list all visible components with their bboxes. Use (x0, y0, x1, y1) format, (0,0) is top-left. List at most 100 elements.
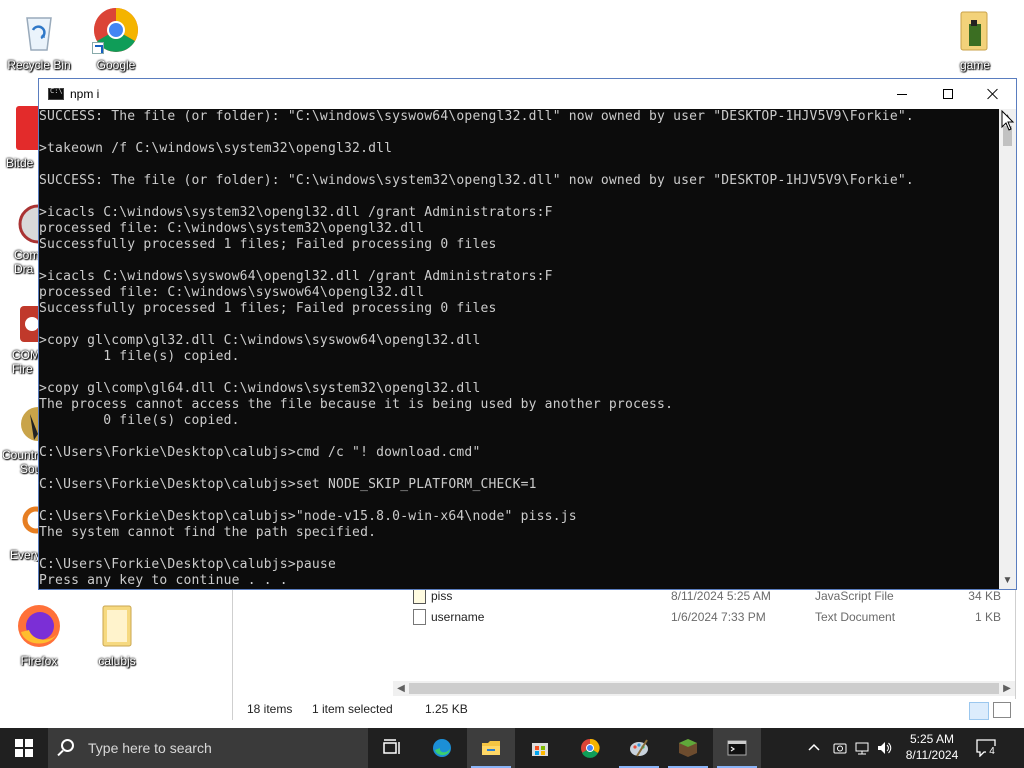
folder-icon (951, 6, 999, 54)
text-file-icon (413, 609, 426, 625)
firefox-icon (15, 602, 63, 650)
console-line: Press any key to continue . . . (39, 573, 288, 588)
desktop-icon-calubjs[interactable]: calubjs (80, 602, 154, 668)
console-line: >copy gl\comp\gl32.dll C:\windows\syswow… (39, 333, 481, 348)
scroll-down-icon[interactable]: ▼ (999, 572, 1016, 589)
file-type: Text Document (815, 610, 896, 624)
system-tray (804, 728, 896, 768)
close-icon (987, 88, 999, 100)
paint-icon (630, 739, 648, 757)
taskbar-edge[interactable] (418, 728, 466, 768)
camera-privacy-icon[interactable] (832, 740, 848, 756)
large-icons-view-button[interactable] (993, 702, 1011, 718)
windows-logo-icon (15, 739, 33, 757)
file-size: 34 KB (968, 589, 1001, 603)
taskbar-minecraft[interactable] (664, 728, 712, 768)
file-size: 1 KB (974, 610, 1001, 624)
taskbar-search[interactable]: Type here to search (48, 728, 368, 768)
console-line: >icacls C:\windows\syswow64\opengl32.dll… (39, 269, 553, 284)
console-line: C:\Users\Forkie\Desktop\calubjs>"node-v1… (39, 509, 577, 524)
file-name: username (431, 610, 485, 624)
bitdefender-label: Bitde (6, 156, 34, 170)
minimize-icon (897, 93, 907, 95)
desktop-icon-recycle-bin[interactable]: Recycle Bin (2, 6, 76, 72)
maximize-button[interactable] (925, 79, 971, 109)
status-bar: 18 items 1 item selected 1.25 KB (233, 699, 1017, 720)
file-explorer-icon (482, 741, 500, 755)
selection-status: 1 item selected (312, 702, 393, 716)
recycle-bin-icon (15, 6, 63, 54)
taskbar-clock[interactable]: 5:25 AM 8/11/2024 (896, 731, 968, 763)
maximize-icon (943, 89, 953, 99)
search-icon (61, 739, 74, 752)
console-line: Successfully processed 1 files; Failed p… (39, 301, 497, 316)
file-explorer-window[interactable]: piss 8/11/2024 5:25 AM JavaScript File 3… (232, 586, 1017, 720)
file-type: JavaScript File (815, 589, 894, 603)
desktop-icon-com-fire[interactable]: COM Fire (2, 304, 38, 376)
search-placeholder: Type here to search (88, 740, 212, 756)
desktop-icon-game[interactable]: game (938, 6, 1012, 72)
scrollbar-thumb[interactable] (409, 683, 999, 694)
network-icon[interactable] (854, 740, 870, 756)
taskbar-file-explorer[interactable] (467, 728, 515, 768)
taskbar-store[interactable] (516, 728, 564, 768)
app-icon (18, 304, 38, 344)
horizontal-scrollbar[interactable]: ◀ ▶ (393, 681, 1015, 696)
console-output[interactable]: SUCCESS: The file (or folder): "C:\windo… (39, 109, 999, 589)
file-row[interactable]: username 1/6/2024 7:33 PM Text Document … (233, 607, 1017, 628)
file-date: 8/11/2024 5:25 AM (671, 589, 771, 603)
start-button[interactable] (0, 728, 48, 768)
task-view-icon (383, 739, 400, 754)
notification-count: 4 (986, 746, 998, 758)
minimize-button[interactable] (879, 79, 925, 109)
file-name: piss (431, 589, 453, 603)
console-line: The process cannot access the file becau… (39, 397, 674, 412)
scroll-left-icon[interactable]: ◀ (393, 681, 409, 696)
item-count: 18 items (247, 702, 293, 716)
desktop-icon-firefox[interactable]: Firefox (2, 602, 76, 668)
everything-label: Every (10, 548, 38, 562)
console-titlebar[interactable]: npm i (39, 79, 1016, 109)
taskbar-terminal[interactable] (713, 728, 761, 768)
notification-center-button[interactable]: 4 (972, 736, 1000, 762)
com-label-2: Dra (14, 262, 34, 276)
console-window[interactable]: npm i SUCCESS: The file (or folder): "C:… (38, 78, 1017, 590)
clock-time: 5:25 AM (909, 732, 955, 746)
chevron-up-icon[interactable] (808, 742, 820, 752)
shortcut-arrow-icon (92, 42, 104, 54)
desktop-icon-everything[interactable]: Every (2, 504, 38, 562)
scroll-right-icon[interactable]: ▶ (999, 681, 1015, 696)
desktop-icon-bitdefender[interactable]: Bitde (2, 104, 38, 170)
taskbar-paint[interactable] (615, 728, 663, 768)
edge-icon (433, 739, 451, 757)
console-line: Successfully processed 1 files; Failed p… (39, 237, 497, 252)
desktop-icon-google-chrome[interactable]: Google (79, 6, 153, 72)
selection-size: 1.25 KB (425, 702, 468, 716)
volume-icon[interactable] (876, 740, 892, 756)
console-line: processed file: C:\windows\syswow64\open… (39, 285, 425, 300)
console-line: >icacls C:\windows\system32\opengl32.dll… (39, 205, 553, 220)
folder-icon (93, 602, 141, 650)
taskbar-chrome[interactable] (566, 728, 614, 768)
desktop-icon-com[interactable]: Com Dra (2, 204, 38, 276)
console-line: The system cannot find the path specifie… (39, 525, 377, 540)
task-view-button[interactable] (368, 728, 416, 768)
console-line: processed file: C:\windows\system32\open… (39, 221, 425, 236)
calubjs-label: calubjs (98, 654, 136, 668)
cmd-icon (48, 87, 64, 100)
desktop-icon-counter-strike[interactable]: Countr Sou (2, 404, 38, 476)
vertical-scrollbar[interactable]: ▲ ▼ (999, 109, 1016, 589)
firefox-label: Firefox (20, 654, 58, 668)
terminal-icon (727, 740, 747, 756)
recycle-bin-label: Recycle Bin (7, 58, 71, 72)
com-fire-label-2: Fire (12, 362, 33, 376)
console-line: >copy gl\comp\gl64.dll C:\windows\system… (39, 381, 481, 396)
close-button[interactable] (970, 79, 1016, 109)
details-view-button[interactable] (969, 702, 989, 720)
